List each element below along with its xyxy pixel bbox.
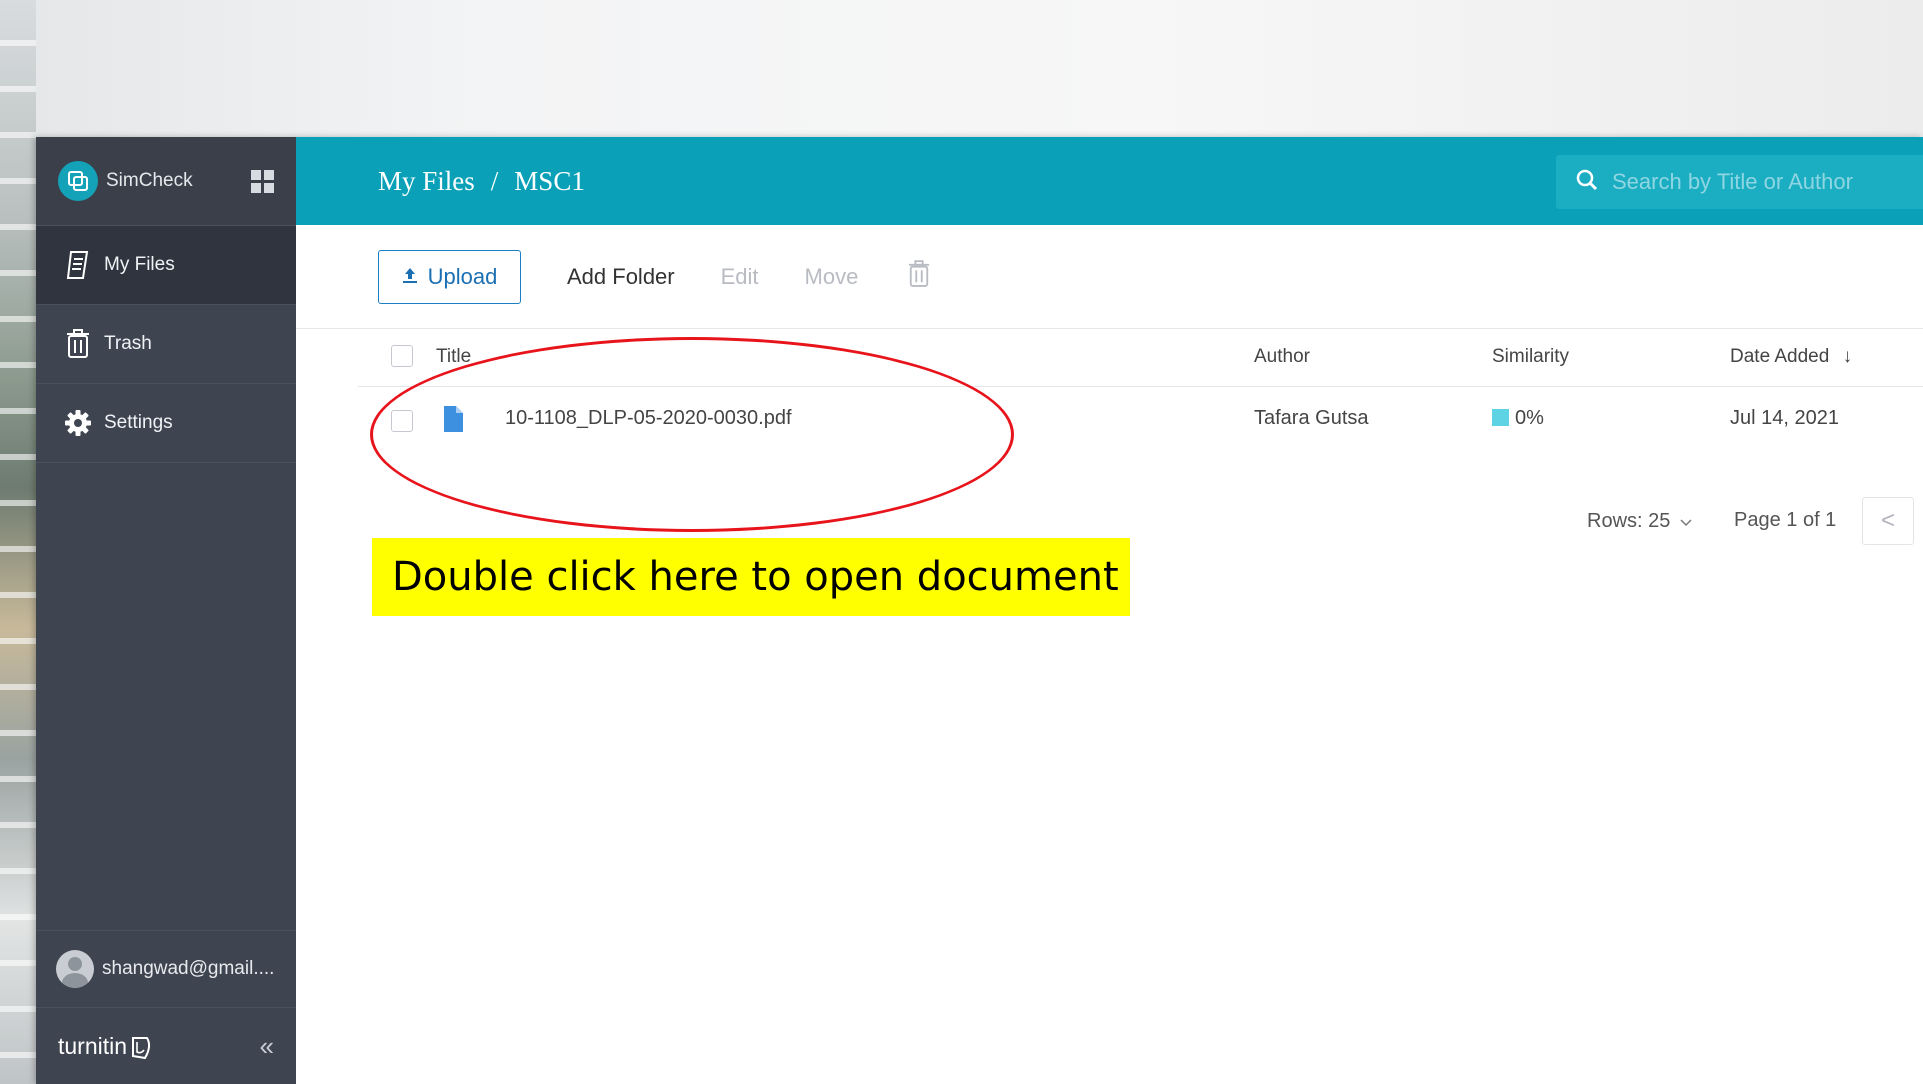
annotation-text: Double click here to open document <box>392 554 1119 600</box>
search-icon <box>1576 169 1598 196</box>
gear-icon <box>64 408 92 438</box>
file-date-added: Jul 14, 2021 <box>1730 407 1839 429</box>
upload-icon <box>402 264 418 290</box>
sidebar-item-settings[interactable]: Settings <box>36 384 296 463</box>
app-name: SimCheck <box>106 170 193 191</box>
sidebar-item-label: My Files <box>104 254 175 275</box>
upload-label: Upload <box>427 263 498 289</box>
table-row[interactable]: 10-1108_DLP-05-2020-0030.pdf Tafara Guts… <box>358 386 1923 456</box>
user-account[interactable]: shangwad@gmail.... <box>36 930 296 1008</box>
table-header: Title Author Similarity Date Added ↓ <box>358 328 1923 387</box>
turnitin-mark-icon <box>132 1036 151 1059</box>
similarity-value: 0% <box>1515 407 1544 429</box>
rows-per-page-label: Rows: 25 <box>1587 510 1671 532</box>
breadcrumb-current-folder: MSC1 <box>514 165 585 196</box>
avatar <box>56 950 94 988</box>
simcheck-logo-icon <box>58 161 98 201</box>
sidebar-item-label: Settings <box>104 412 173 433</box>
turnitin-logo: turnitin <box>58 1032 260 1062</box>
move-button[interactable]: Move <box>805 264 859 290</box>
sidebar-item-label: Trash <box>104 333 152 354</box>
add-folder-button[interactable]: Add Folder <box>567 264 675 290</box>
sidebar-footer: turnitin « <box>36 1009 296 1084</box>
column-title[interactable]: Title <box>436 346 471 368</box>
delete-icon[interactable] <box>908 260 930 293</box>
my-files-icon <box>64 250 92 280</box>
header-bar: My Files / MSC1 <box>296 137 1923 225</box>
row-checkbox[interactable] <box>391 410 413 432</box>
upload-button[interactable]: Upload <box>378 249 521 304</box>
file-title[interactable]: 10-1108_DLP-05-2020-0030.pdf <box>505 407 792 430</box>
column-similarity[interactable]: Similarity <box>1492 346 1569 368</box>
rows-per-page-select[interactable]: Rows: 25 <box>1587 510 1693 533</box>
file-icon <box>442 405 464 439</box>
sort-arrow-icon: ↓ <box>1842 346 1853 367</box>
annotation-callout: Double click here to open document <box>372 538 1130 616</box>
similarity-swatch <box>1492 409 1509 426</box>
user-email: shangwad@gmail.... <box>102 958 275 979</box>
prev-page-button[interactable]: < <box>1862 497 1914 545</box>
page-indicator: Page 1 of 1 <box>1734 509 1837 531</box>
sidebar-item-trash[interactable]: Trash <box>36 305 296 384</box>
sidebar-brand: SimCheck <box>36 137 296 226</box>
chevron-down-icon <box>1680 519 1692 527</box>
column-date-added-label: Date Added <box>1730 346 1830 367</box>
file-similarity[interactable]: 0% <box>1492 407 1544 430</box>
breadcrumb-separator: / <box>490 165 499 196</box>
background-banner <box>0 0 1923 137</box>
sidebar: SimCheck My Files Trash Settings shangwa… <box>36 137 296 1084</box>
column-author[interactable]: Author <box>1254 346 1310 368</box>
breadcrumb-my-files[interactable]: My Files <box>378 166 475 197</box>
search-box[interactable] <box>1556 155 1923 209</box>
toolbar: Upload Add Folder Edit Move <box>296 225 1923 329</box>
column-date-added[interactable]: Date Added ↓ <box>1730 346 1852 368</box>
app-switcher-icon[interactable] <box>251 169 274 193</box>
sidebar-item-my-files[interactable]: My Files <box>36 226 296 305</box>
trash-icon <box>64 329 92 359</box>
file-author: Tafara Gutsa <box>1254 407 1369 429</box>
collapse-sidebar-button[interactable]: « <box>260 1031 274 1062</box>
select-all-checkbox[interactable] <box>391 345 413 367</box>
search-input[interactable] <box>1610 168 1914 196</box>
turnitin-wordmark: turnitin <box>58 1033 128 1059</box>
breadcrumb: My Files / MSC1 <box>378 166 585 197</box>
edit-button[interactable]: Edit <box>721 264 759 290</box>
background-photo-strip <box>0 0 36 1084</box>
